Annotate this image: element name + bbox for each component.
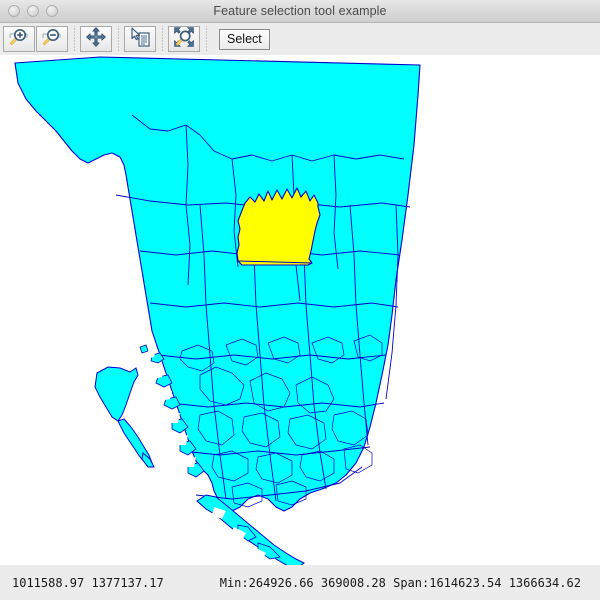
info-button[interactable] (124, 26, 156, 52)
status-map-extent: Min:264926.66 369008.28 Span:1614623.54 … (219, 575, 581, 590)
zoom-out-button[interactable] (36, 26, 68, 52)
four-arrows-pan-icon (85, 26, 107, 53)
status-cursor-coordinates: 1011588.97 1377137.17 (12, 575, 164, 590)
status-bar: 1011588.97 1377137.17 Min:264926.66 3690… (0, 565, 600, 600)
application-window: Feature selection tool example Select 10… (0, 0, 600, 600)
zoom-button[interactable] (46, 5, 58, 17)
toolbar: Select (0, 23, 600, 55)
map-canvas[interactable] (0, 55, 600, 565)
selected-region-polygon[interactable] (236, 187, 321, 266)
close-button[interactable] (8, 5, 20, 17)
toolbar-separator-2 (117, 26, 120, 52)
window-controls (0, 5, 58, 17)
magnifier-expand-icon (173, 26, 195, 53)
zoom-in-button[interactable] (3, 26, 35, 52)
toolbar-separator-3 (161, 26, 164, 52)
title-bar: Feature selection tool example (0, 0, 600, 23)
cursor-document-icon (129, 26, 151, 53)
toolbar-separator-1 (73, 26, 76, 52)
select-button[interactable]: Select (219, 28, 270, 50)
window-title: Feature selection tool example (213, 4, 387, 18)
pan-button[interactable] (80, 26, 112, 52)
zoom-full-button[interactable] (168, 26, 200, 52)
minimize-button[interactable] (27, 5, 39, 17)
map-svg[interactable] (0, 55, 600, 565)
magnifier-minus-icon (41, 27, 63, 52)
toolbar-separator-4 (205, 26, 208, 52)
magnifier-plus-icon (8, 27, 30, 52)
